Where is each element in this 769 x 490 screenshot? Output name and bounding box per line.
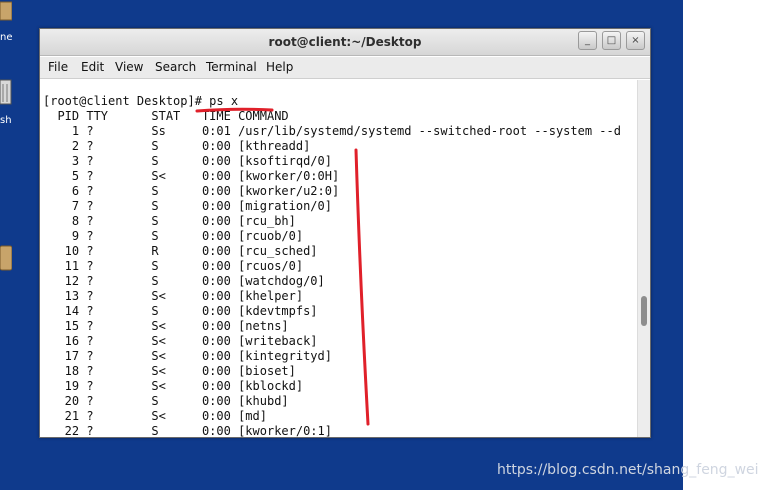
vertical-line-annotation bbox=[354, 148, 370, 426]
watermark-url: https://blog.csdn.net/shang_feng_wei bbox=[497, 462, 759, 478]
underline-annotation bbox=[195, 107, 274, 113]
annotation-overlay bbox=[195, 107, 370, 426]
